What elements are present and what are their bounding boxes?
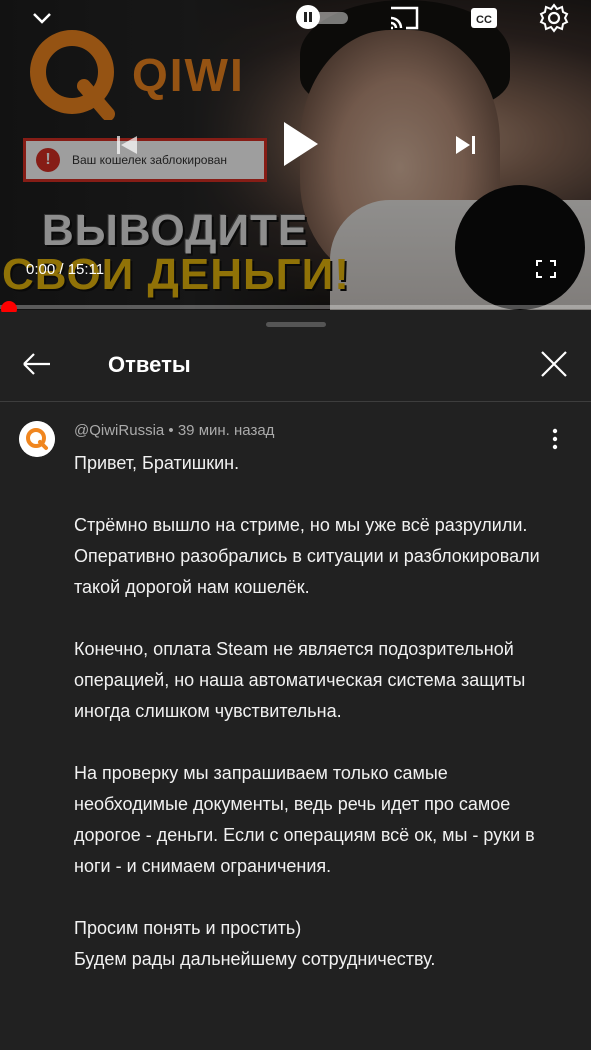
close-icon[interactable] xyxy=(534,344,574,384)
comment-text: Привет, Братишкин. Стрёмно вышло на стри… xyxy=(74,453,540,969)
play-icon[interactable] xyxy=(274,116,324,172)
chevron-down-icon[interactable] xyxy=(28,6,56,30)
header-divider xyxy=(0,401,591,402)
comment-time: 39 мин. назад xyxy=(177,422,275,439)
meta-separator: • xyxy=(164,422,178,439)
gear-icon[interactable] xyxy=(539,3,569,33)
cast-icon[interactable] xyxy=(388,5,420,31)
autoplay-toggle-icon[interactable] xyxy=(296,5,350,29)
fullscreen-icon[interactable] xyxy=(534,258,558,280)
time-display: 0:00 / 15:11 xyxy=(26,261,105,278)
comment-author[interactable]: @QiwiRussia xyxy=(74,422,164,439)
video-player[interactable]: QIWI ! Ваш кошелек заблокирован ВЫВОДИТЕ… xyxy=(0,0,591,310)
captions-icon[interactable]: CC xyxy=(470,6,498,30)
back-arrow-icon[interactable] xyxy=(14,346,58,382)
svg-text:CC: CC xyxy=(476,14,492,26)
avatar[interactable] xyxy=(19,421,55,457)
skip-previous-icon[interactable] xyxy=(105,126,149,170)
page-title: Ответы xyxy=(108,352,191,377)
comment-meta: @QiwiRussia • 39 мин. назад xyxy=(74,422,274,439)
drag-handle[interactable] xyxy=(266,322,326,327)
skip-next-icon[interactable] xyxy=(446,126,486,166)
progress-track[interactable] xyxy=(0,305,591,309)
